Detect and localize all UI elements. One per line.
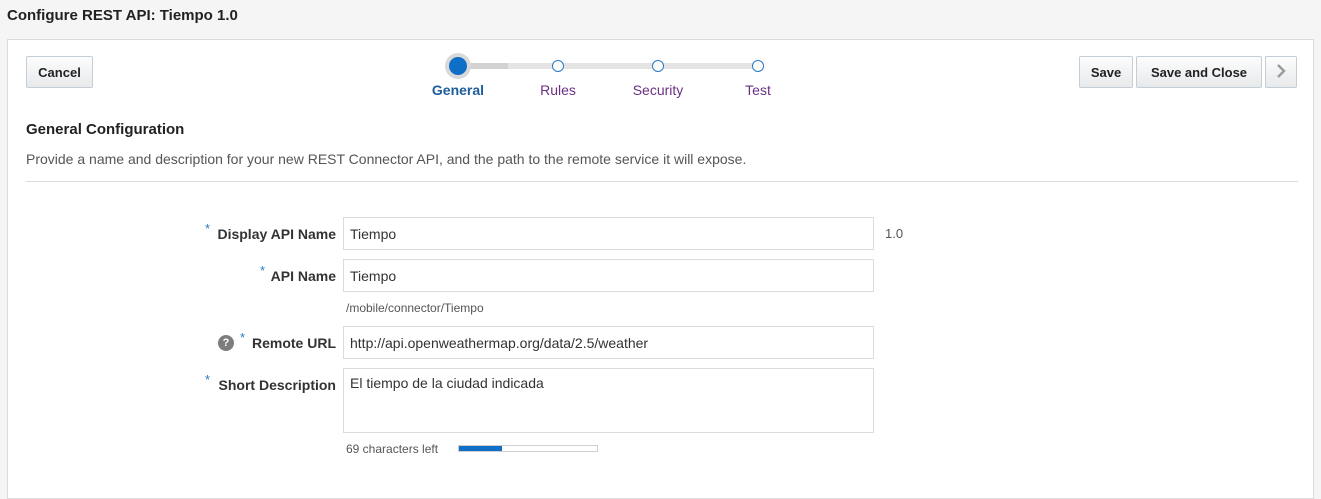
api-name-label: API Name xyxy=(270,268,336,284)
api-name-field[interactable] xyxy=(343,259,874,292)
tab-general[interactable]: General xyxy=(408,82,508,98)
short-description-field[interactable]: El tiempo de la ciudad indicada xyxy=(343,368,874,433)
remote-url-label: Remote URL xyxy=(251,335,336,351)
tab-test[interactable]: Test xyxy=(708,82,808,98)
tab-rules[interactable]: Rules xyxy=(508,82,608,98)
next-step-button[interactable] xyxy=(1265,56,1297,88)
train-stop-test[interactable] xyxy=(752,60,764,72)
save-button[interactable]: Save xyxy=(1079,56,1133,88)
train-stop-general[interactable] xyxy=(449,57,467,75)
train-track xyxy=(508,63,758,69)
tab-security[interactable]: Security xyxy=(608,82,708,98)
api-path-hint: /mobile/connector/Tiempo xyxy=(346,301,484,315)
version-label: 1.0 xyxy=(885,226,904,241)
chevron-right-icon xyxy=(1276,61,1286,84)
display-name-field[interactable] xyxy=(343,217,874,250)
chars-left-meter-fill xyxy=(459,446,502,451)
chars-left-counter: 69 characters left xyxy=(346,442,439,456)
section-description: Provide a name and description for your … xyxy=(26,151,747,167)
display-name-label: Display API Name xyxy=(217,226,336,242)
cancel-button[interactable]: Cancel xyxy=(26,56,93,88)
train-stop-security[interactable] xyxy=(652,60,664,72)
short-description-label: Short Description xyxy=(218,377,336,393)
remote-url-field[interactable] xyxy=(343,326,874,359)
section-title: General Configuration xyxy=(26,121,185,138)
save-and-close-button[interactable]: Save and Close xyxy=(1136,56,1262,88)
chars-left-meter xyxy=(458,445,598,452)
train-stop-rules[interactable] xyxy=(552,60,564,72)
page-title: Configure REST API: Tiempo 1.0 xyxy=(7,7,238,24)
divider xyxy=(26,181,1298,182)
